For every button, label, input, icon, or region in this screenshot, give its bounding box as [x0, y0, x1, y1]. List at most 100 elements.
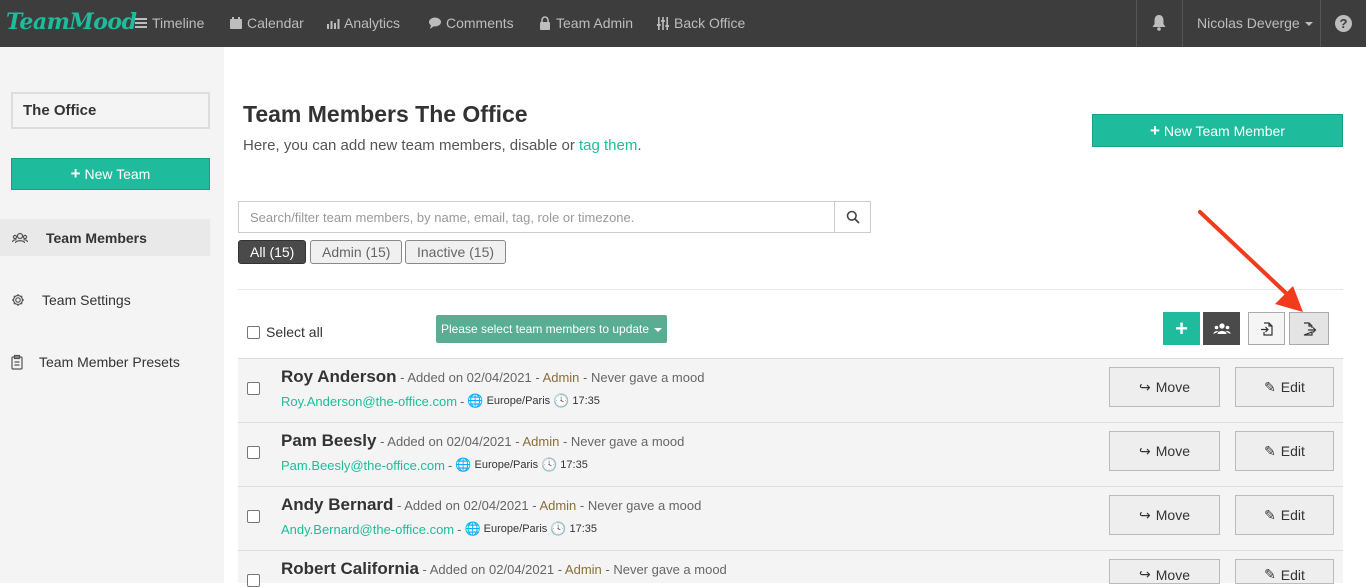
calendar-icon — [230, 17, 242, 29]
edit-button[interactable]: ✎ Edit — [1235, 559, 1334, 584]
sidebar-item-label: Team Member Presets — [39, 353, 180, 370]
lock-icon — [540, 16, 550, 30]
nav-calendar[interactable]: Calendar — [229, 15, 304, 31]
sidebar-item-label: Team Members — [46, 229, 147, 246]
annotation-arrow-icon — [1198, 210, 1303, 312]
nav-team-admin[interactable]: Team Admin — [538, 15, 633, 31]
pencil-icon: ✎ — [1264, 566, 1276, 582]
table-row: Roy Anderson - Added on 02/04/2021 - Adm… — [238, 358, 1343, 422]
member-name[interactable]: Roy Anderson — [281, 367, 397, 386]
new-team-member-button[interactable]: + New Team Member — [1092, 114, 1343, 147]
nav-label: Comments — [446, 15, 514, 31]
move-label: Move — [1155, 443, 1190, 459]
notifications-bell-icon[interactable] — [1151, 14, 1167, 36]
edit-button[interactable]: ✎ Edit — [1235, 367, 1334, 407]
table-row: Robert California - Added on 02/04/2021 … — [238, 550, 1343, 587]
move-button[interactable]: ↪ Move — [1109, 431, 1220, 471]
member-email[interactable]: Andy.Bernard@the-office.com — [281, 522, 454, 537]
sidebar-item-team-settings[interactable]: Team Settings — [0, 281, 210, 318]
section-divider — [238, 289, 1343, 290]
row-checkbox[interactable] — [247, 574, 260, 587]
member-name[interactable]: Pam Beesly — [281, 431, 376, 450]
row-checkbox[interactable] — [247, 446, 260, 459]
app-logo[interactable]: TeamMood — [6, 9, 137, 35]
bulk-update-dropdown[interactable]: Please select team members to update — [436, 315, 667, 343]
sidebar: The Office + New Team Team Members Team … — [0, 47, 224, 583]
new-team-label: New Team — [84, 166, 151, 182]
user-menu[interactable]: Nicolas Deverge — [1197, 15, 1313, 31]
users-icon — [12, 232, 28, 243]
help-icon[interactable]: ? — [1335, 15, 1352, 32]
filter-inactive[interactable]: Inactive (15) — [405, 240, 507, 264]
nav-label: Team Admin — [556, 15, 634, 31]
user-name: Nicolas Deverge — [1197, 15, 1300, 31]
nav-back-office[interactable]: Back Office — [656, 15, 745, 31]
move-button[interactable]: ↪ Move — [1109, 495, 1220, 535]
clock-icon: 🕓 — [550, 521, 567, 536]
member-mood: - Never gave a mood — [601, 562, 727, 577]
chart-icon — [327, 19, 340, 29]
clock-icon: 🕓 — [541, 457, 558, 472]
export-icon — [1303, 321, 1317, 336]
member-name[interactable]: Robert California — [281, 559, 419, 578]
nav-divider — [1320, 0, 1321, 47]
member-added: - Added on 02/04/2021 - — [393, 498, 540, 513]
new-team-button[interactable]: + New Team — [11, 158, 210, 190]
sidebar-item-team-member-presets[interactable]: Team Member Presets — [0, 343, 210, 380]
edit-label: Edit — [1280, 443, 1305, 459]
search-input[interactable] — [239, 202, 834, 232]
sidebar-item-team-members[interactable]: Team Members — [0, 219, 210, 256]
filter-admin[interactable]: Admin (15) — [310, 240, 403, 264]
member-role: Admin — [542, 370, 580, 385]
search-button[interactable] — [834, 202, 870, 232]
nav-label: Back Office — [674, 15, 746, 31]
sidebar-item-label: Team Settings — [42, 291, 131, 308]
row-checkbox[interactable] — [247, 382, 260, 395]
share-icon: ↪ — [1139, 566, 1151, 582]
nav-analytics[interactable]: Analytics — [326, 15, 400, 31]
nav-label: Analytics — [344, 15, 401, 31]
pencil-icon: ✎ — [1264, 378, 1276, 395]
pencil-icon: ✎ — [1264, 506, 1276, 523]
new-team-member-label: New Team Member — [1163, 123, 1285, 139]
edit-label: Edit — [1280, 379, 1305, 395]
move-label: Move — [1155, 567, 1190, 583]
share-icon: ↪ — [1139, 506, 1151, 523]
subtitle-text: Here, you can add new team members, disa… — [243, 137, 579, 154]
plus-icon: + — [1150, 121, 1160, 140]
import-icon — [1260, 321, 1273, 336]
member-role: Admin — [539, 498, 577, 513]
bulk-update-label: Please select team members to update — [440, 322, 650, 336]
select-all-label: Select all — [266, 324, 323, 340]
member-time: 17:35 — [569, 523, 597, 535]
member-email[interactable]: Roy.Anderson@the-office.com — [281, 394, 457, 409]
search-bar — [238, 201, 871, 233]
select-all-checkbox[interactable] — [247, 325, 260, 339]
move-button[interactable]: ↪ Move — [1109, 559, 1220, 584]
row-checkbox[interactable] — [247, 510, 260, 523]
pencil-icon: ✎ — [1264, 442, 1276, 459]
filter-all[interactable]: All (15) — [238, 240, 307, 264]
gear-icon — [12, 293, 24, 306]
team-selector[interactable]: The Office — [11, 92, 210, 129]
member-mood: - Never gave a mood — [579, 370, 705, 385]
list-icon — [135, 18, 147, 28]
nav-label: Calendar — [247, 15, 304, 31]
nav-comments[interactable]: Comments — [428, 15, 514, 31]
member-email[interactable]: Pam.Beesly@the-office.com — [281, 458, 445, 473]
chevron-down-icon — [1304, 22, 1313, 27]
clipboard-icon — [11, 354, 23, 370]
edit-button[interactable]: ✎ Edit — [1235, 431, 1334, 471]
tag-them-link[interactable]: tag them — [579, 137, 637, 154]
nav-timeline[interactable]: Timeline — [134, 15, 204, 31]
edit-button[interactable]: ✎ Edit — [1235, 495, 1334, 535]
move-button[interactable]: ↪ Move — [1109, 367, 1220, 407]
separator: - — [460, 393, 465, 409]
member-name[interactable]: Andy Bernard — [281, 495, 393, 514]
clock-icon: 🕓 — [553, 393, 570, 408]
globe-icon: 🌐 — [455, 457, 472, 472]
member-time: 17:35 — [572, 395, 600, 407]
search-icon — [846, 210, 860, 224]
member-timezone: Europe/Paris — [486, 395, 551, 407]
select-all[interactable]: Select all — [247, 324, 323, 340]
